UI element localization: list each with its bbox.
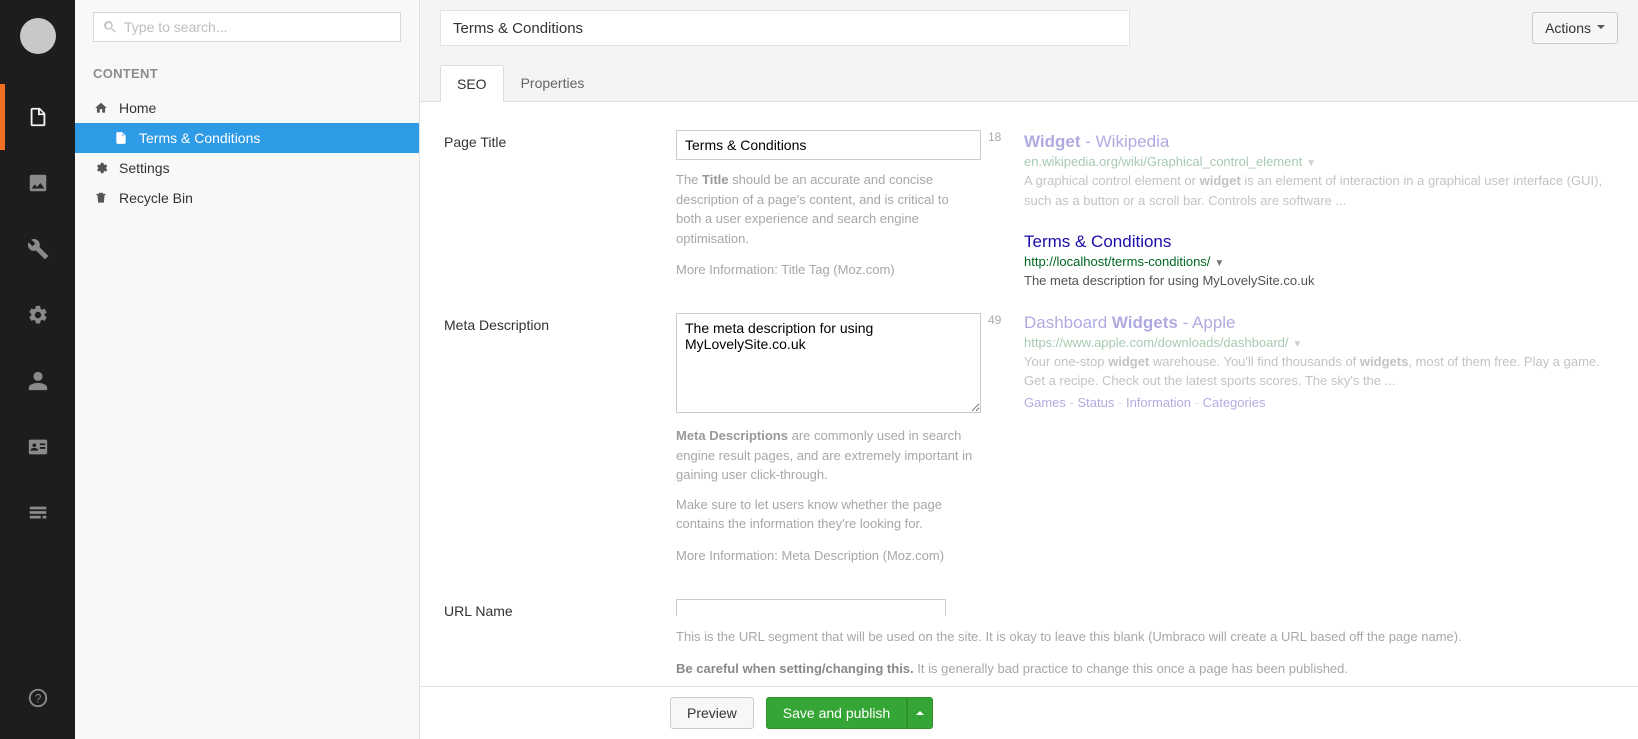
tree-item-label: Home [119,100,156,116]
nav-help[interactable]: ? [0,665,75,731]
cog-icon [93,161,109,175]
more-info-link[interactable]: Meta Description (Moz.com) [782,548,945,563]
help-text: Make sure to let users know whether the … [676,495,976,534]
field-meta-description: Meta Description 49 Meta Descriptions ar… [444,313,984,563]
serp-desc: The meta description for using MyLovelyS… [1024,271,1614,291]
topbar: Actions [420,0,1638,46]
serp-links: Games - Status - Information - Categorie… [1024,395,1614,410]
footer-bar: Preview Save and publish [420,686,1638,739]
nav-members[interactable] [0,414,75,480]
content-tree: Home Terms & Conditions Settings Recycle… [75,89,419,213]
main-content: Actions SEO Properties Page Title 18 The… [420,0,1638,739]
tree-item-label: Settings [119,160,170,176]
chevron-down-icon: ▼ [1293,339,1303,350]
more-info-link[interactable]: Title Tag (Moz.com) [781,262,894,277]
nav-forms[interactable] [0,480,75,546]
nav-settings[interactable] [0,216,75,282]
document-icon [113,131,129,145]
serp-title: Widget - Wikipedia [1024,132,1614,152]
avatar[interactable] [20,18,56,54]
tabs: SEO Properties [420,46,1638,102]
picture-icon [27,172,49,194]
section-label: CONTENT [75,54,419,89]
actions-button[interactable]: Actions [1532,12,1618,44]
nav-developer[interactable] [0,282,75,348]
help-text: The Title should be an accurate and conc… [676,170,976,248]
home-icon [93,101,109,115]
document-icon [27,106,49,128]
tree-item-settings[interactable]: Settings [75,153,419,183]
save-publish-button[interactable]: Save and publish [766,697,907,729]
preview-button[interactable]: Preview [670,697,754,729]
field-label: Page Title [444,130,654,277]
tree-item-label: Recycle Bin [119,190,193,206]
nav-content[interactable] [0,84,75,150]
tree-item-label: Terms & Conditions [139,130,260,146]
serp-desc: A graphical control element or widget is… [1024,171,1614,210]
meta-description-input[interactable] [676,313,981,413]
actions-label: Actions [1545,20,1591,36]
page-name-input[interactable] [440,10,1130,46]
chevron-down-icon: ▼ [1306,158,1316,169]
id-card-icon [27,436,49,458]
save-publish-split: Save and publish [766,697,933,729]
tree-item-terms[interactable]: Terms & Conditions [75,123,419,153]
wrench-icon [27,238,49,260]
serp-item: Widget - Wikipedia en.wikipedia.org/wiki… [1024,132,1614,210]
help-text: Meta Descriptions are commonly used in s… [676,426,976,485]
page-title-input[interactable] [676,130,981,160]
help-icon: ? [27,687,49,709]
more-info: More Information: Meta Description (Moz.… [676,548,984,563]
tree-item-home[interactable]: Home [75,93,419,123]
serp-url: en.wikipedia.org/wiki/Graphical_control_… [1024,154,1614,169]
serp-url: http://localhost/terms-conditions/▼ [1024,254,1614,269]
save-publish-toggle[interactable] [907,697,933,729]
tab-properties[interactable]: Properties [504,64,602,101]
search-input[interactable] [93,12,401,42]
serp-title: Terms & Conditions [1024,232,1614,252]
serp-preview: Widget - Wikipedia en.wikipedia.org/wiki… [1024,130,1614,688]
field-label: Meta Description [444,313,654,563]
nav-rail: ? [0,0,75,739]
user-icon [27,370,49,392]
chevron-down-icon: ▼ [1214,258,1224,269]
serp-title: Dashboard Widgets - Apple [1024,313,1614,333]
more-info: More Information: Title Tag (Moz.com) [676,262,984,277]
trash-icon [93,191,109,205]
serp-item: Dashboard Widgets - Apple https://www.ap… [1024,313,1614,410]
caret-down-icon [1597,20,1605,36]
nav-users[interactable] [0,348,75,414]
form-icon [27,502,49,524]
tree-panel: CONTENT Home Terms & Conditions Settings… [75,0,420,739]
field-page-title: Page Title 18 The Title should be an acc… [444,130,984,277]
svg-text:?: ? [34,692,41,706]
tab-seo[interactable]: SEO [440,65,504,102]
serp-url: https://www.apple.com/downloads/dashboar… [1024,335,1614,350]
tree-item-recycle[interactable]: Recycle Bin [75,183,419,213]
serp-item-active: Terms & Conditions http://localhost/term… [1024,232,1614,291]
char-counter: 18 [988,130,1001,144]
tab-content: Page Title 18 The Title should be an acc… [420,102,1638,698]
char-counter: 49 [988,313,1001,327]
serp-desc: Your one-stop widget warehouse. You'll f… [1024,352,1614,391]
nav-media[interactable] [0,150,75,216]
url-help-block: This is the URL segment that will be use… [420,616,1638,686]
gear-icon [27,304,49,326]
